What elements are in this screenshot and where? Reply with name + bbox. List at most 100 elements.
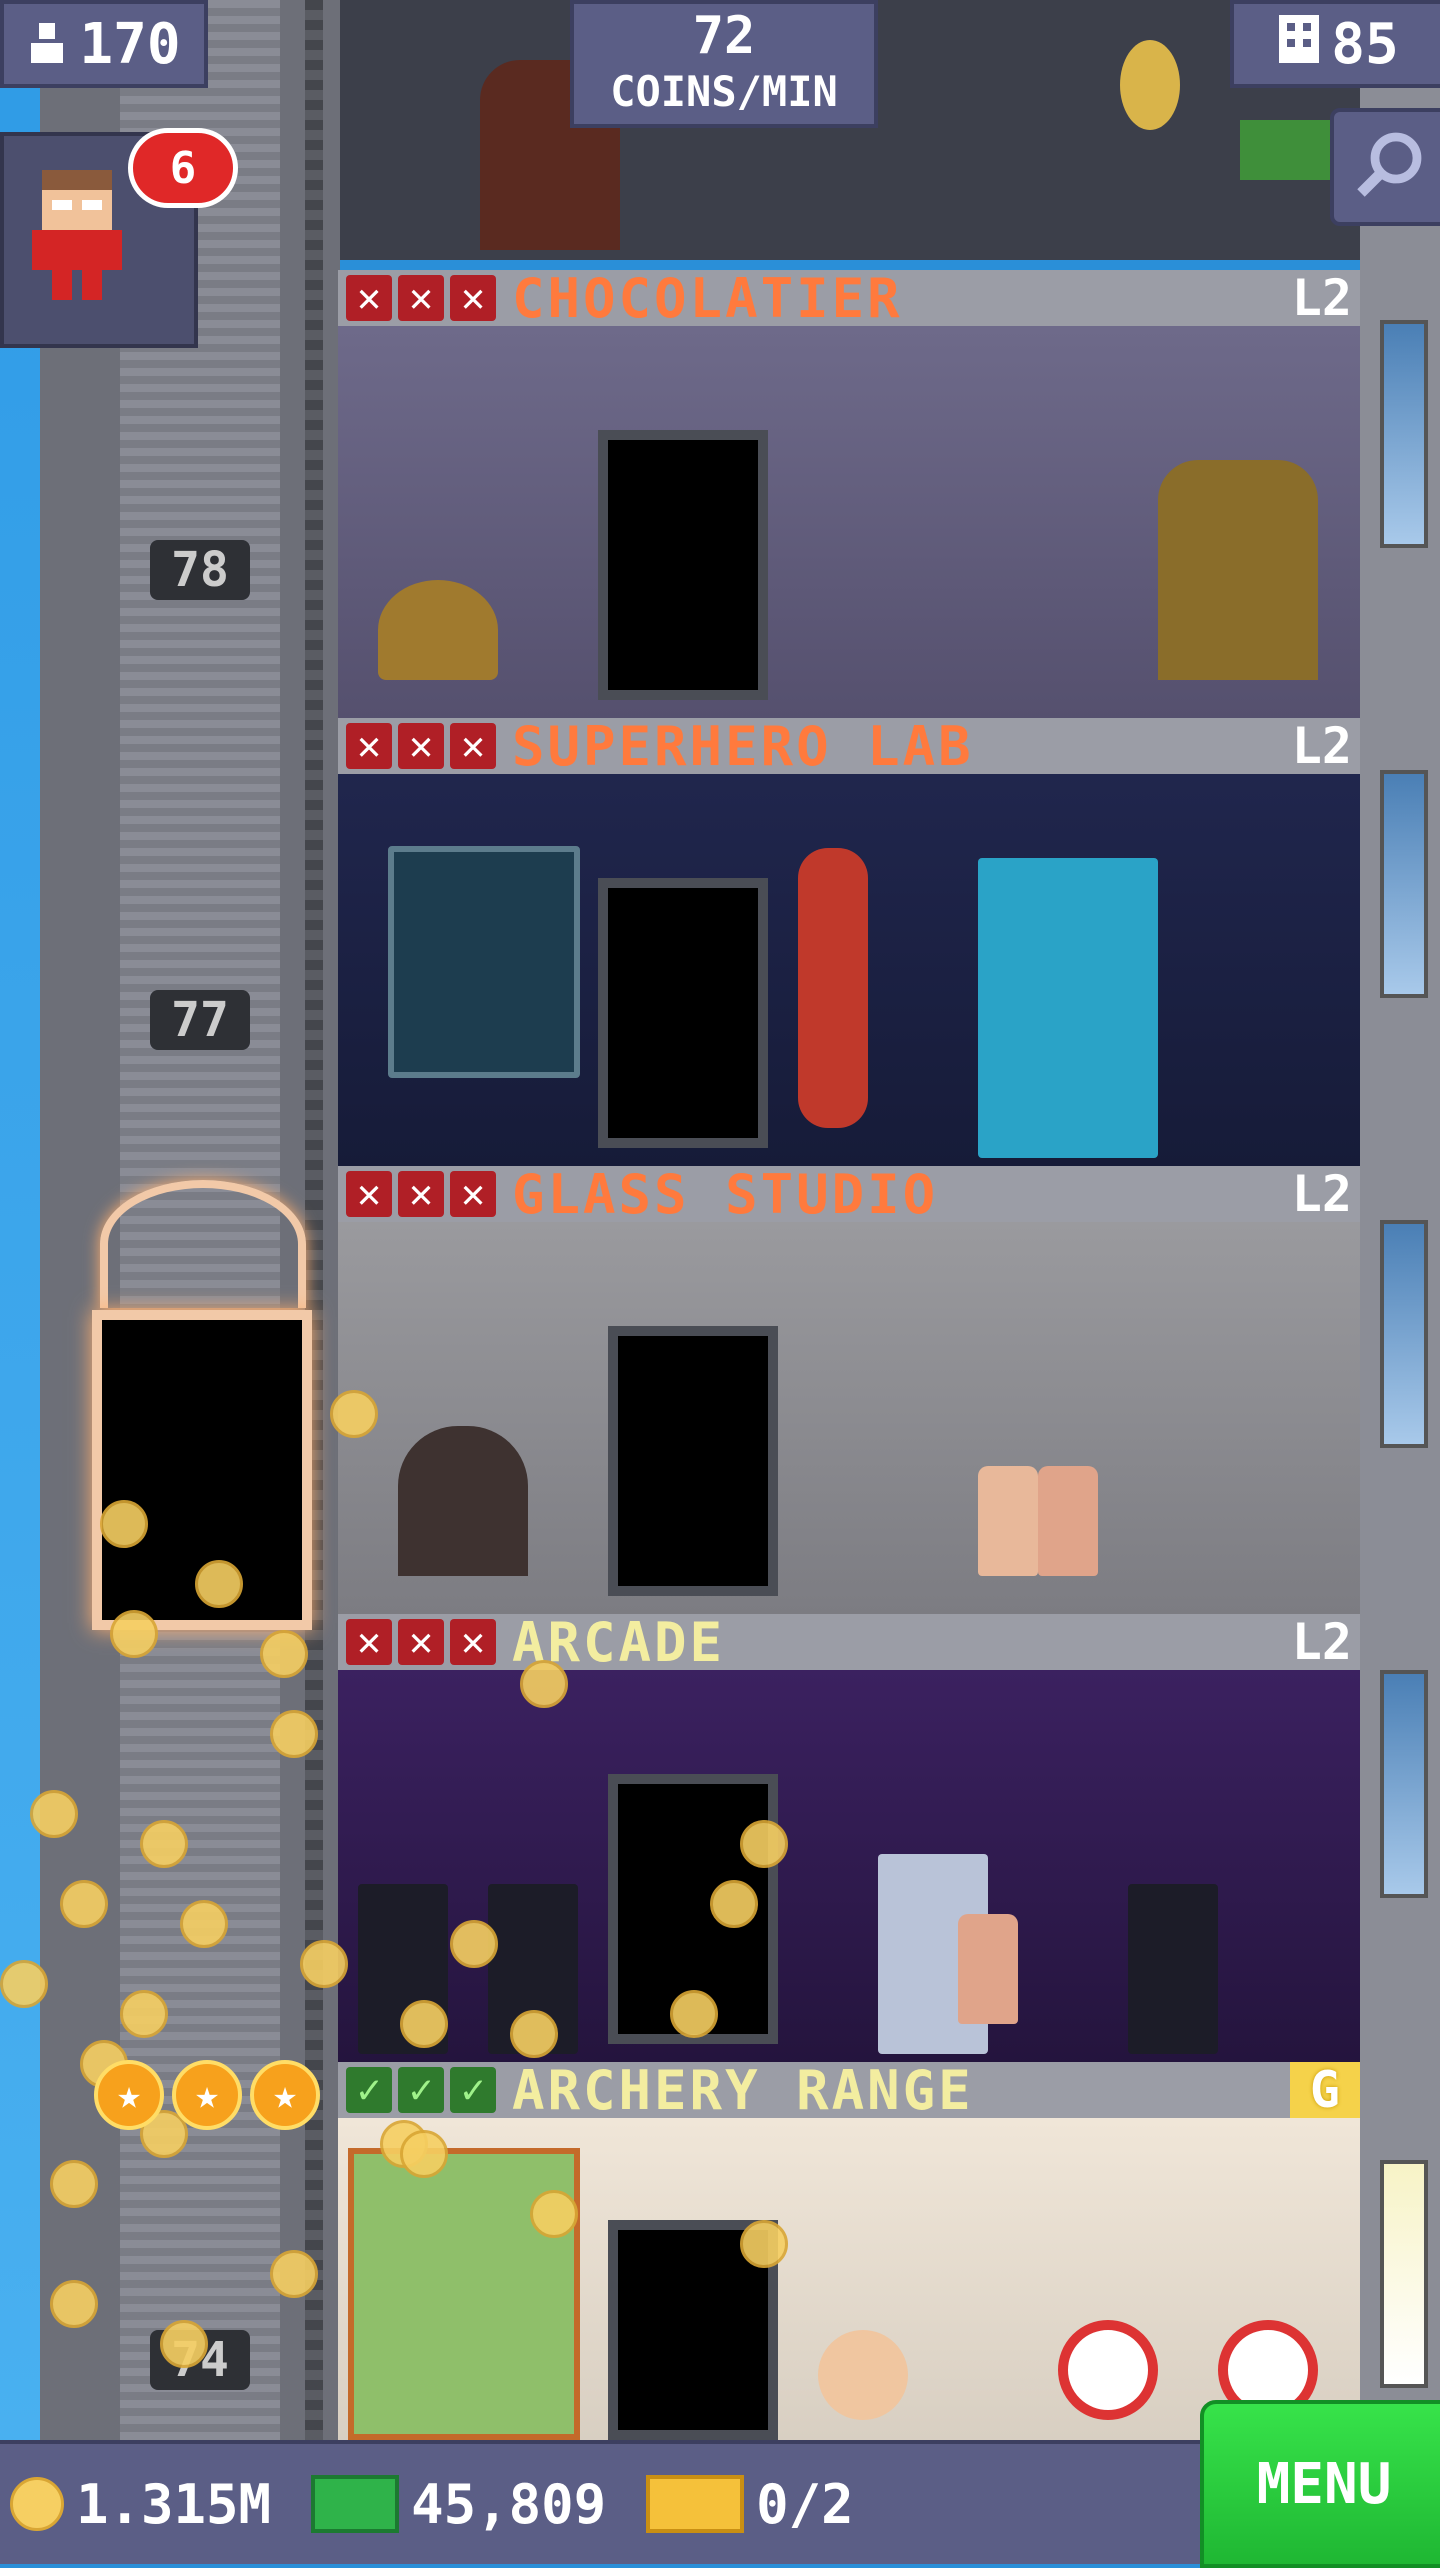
coin-icon <box>140 1820 188 1868</box>
coins-per-min-value: 72 <box>692 6 756 66</box>
menu-button[interactable]: MENU <box>1200 2400 1440 2568</box>
chocolate-vat <box>1158 460 1318 680</box>
x-mark-icon: ✕ <box>398 723 444 769</box>
floor-glass-studio[interactable]: ✕ ✕ ✕ GLASS STUDIO L2 <box>338 1163 1360 1616</box>
coin-icon <box>530 2190 578 2238</box>
floor-counter[interactable]: 85 <box>1230 0 1440 88</box>
worker-avatar <box>978 1466 1038 1576</box>
coin-icon <box>50 2160 98 2208</box>
coin-icon <box>740 2220 788 2268</box>
x-mark-icon: ✕ <box>398 275 444 321</box>
x-mark-icon: ✕ <box>450 275 496 321</box>
coin-icon <box>10 2477 64 2531</box>
floor-room[interactable] <box>338 326 1360 720</box>
coin-icon <box>270 1710 318 1758</box>
star-icon: ★ <box>250 2060 320 2130</box>
avatar <box>32 170 122 300</box>
floor-chocolatier[interactable]: ✕ ✕ ✕ CHOCOLATIER L2 <box>338 267 1360 720</box>
coin-icon <box>260 1630 308 1678</box>
arcade-cabinet <box>1128 1884 1218 2054</box>
search-button[interactable] <box>1330 108 1440 226</box>
coin-icon <box>330 1390 378 1438</box>
coin-icon <box>270 2250 318 2298</box>
x-mark-icon: ✕ <box>398 1619 444 1665</box>
worker-avatar <box>1038 1466 1098 1576</box>
floor-level-gold: G <box>1289 2061 1360 2119</box>
check-mark-icon: ✓ <box>450 2067 496 2113</box>
floor-room[interactable] <box>338 2118 1360 2440</box>
coin-icon <box>400 2000 448 2048</box>
notification-badge: 6 <box>128 128 238 208</box>
x-mark-icon: ✕ <box>346 1171 392 1217</box>
floor-header[interactable]: ✕ ✕ ✕ CHOCOLATIER L2 <box>338 267 1360 330</box>
floor-room[interactable] <box>338 774 1360 1168</box>
x-mark-icon: ✕ <box>346 275 392 321</box>
coin-icon <box>195 1560 243 1608</box>
floor-name: GLASS STUDIO <box>512 1162 939 1226</box>
x-mark-icon: ✕ <box>346 723 392 769</box>
population-value: 170 <box>79 11 181 77</box>
floor-room[interactable] <box>338 1670 1360 2064</box>
floor-header[interactable]: ✕ ✕ ✕ GLASS STUDIO L2 <box>338 1163 1360 1226</box>
room-door <box>598 878 768 1148</box>
tower-window <box>1380 2160 1428 2388</box>
coin-icon <box>520 1660 568 1708</box>
glass-furnace <box>398 1426 528 1576</box>
floor-header[interactable]: ✕ ✕ ✕ ARCADE L2 <box>338 1611 1360 1674</box>
floor-level: L2 <box>1291 269 1352 327</box>
bux-balance[interactable]: 45,809 <box>311 2473 606 2536</box>
worker-avatar <box>958 1914 1018 2024</box>
floor-level: L2 <box>1291 717 1352 775</box>
x-mark-icon: ✕ <box>450 1619 496 1665</box>
floor-arcade[interactable]: ✕ ✕ ✕ ARCADE L2 <box>338 1611 1360 2064</box>
dna-capsule <box>798 848 868 1128</box>
tower-window <box>1380 770 1428 998</box>
floor-name: SUPERHERO LAB <box>512 714 974 778</box>
worker-avatar <box>818 2330 908 2420</box>
elevator-floor-number: 78 <box>150 540 250 600</box>
floor-header[interactable]: ✕ ✕ ✕ SUPERHERO LAB L2 <box>338 715 1360 778</box>
coins-per-min-display: 72 COINS/MIN <box>570 0 878 128</box>
floor-archery-range[interactable]: ✓ ✓ ✓ ARCHERY RANGE G <box>338 2059 1360 2440</box>
room-door <box>598 430 768 700</box>
star-icon: ★ <box>172 2060 242 2130</box>
archery-target <box>1058 2320 1158 2420</box>
floor-room[interactable] <box>338 1222 1360 1616</box>
floor-name: ARCHERY RANGE <box>512 2058 974 2122</box>
tower-window <box>1380 1670 1428 1898</box>
population-counter[interactable]: 170 <box>0 0 208 88</box>
floor-header[interactable]: ✓ ✓ ✓ ARCHERY RANGE G <box>338 2059 1360 2122</box>
star-rating: ★ ★ ★ <box>94 2060 320 2130</box>
coin-icon <box>300 1940 348 1988</box>
hologram-portal <box>978 858 1158 1158</box>
coin-icon <box>60 1880 108 1928</box>
coin-icon <box>400 2130 448 2178</box>
x-mark-icon: ✕ <box>450 723 496 769</box>
coin-icon <box>50 2280 98 2328</box>
coin-icon <box>450 1920 498 1968</box>
person-icon <box>27 12 67 77</box>
coins-balance[interactable]: 1.315M <box>10 2473 271 2536</box>
elevator-crown-decoration <box>100 1180 306 1308</box>
floor-level: L2 <box>1291 1165 1352 1223</box>
chocolate-pot <box>378 580 498 680</box>
coin-icon <box>120 1990 168 2038</box>
floor-superhero-lab[interactable]: ✕ ✕ ✕ SUPERHERO LAB L2 <box>338 715 1360 1168</box>
bux-icon <box>311 2475 400 2533</box>
floor-level: L2 <box>1291 1613 1352 1671</box>
elevator-floor-number: 77 <box>150 990 250 1050</box>
tower-window <box>1380 320 1428 548</box>
room-door <box>608 1326 778 1596</box>
building-icon <box>1279 12 1320 77</box>
x-mark-icon: ✕ <box>398 1171 444 1217</box>
coins-value: 1.315M <box>76 2472 272 2536</box>
coin-icon <box>710 1880 758 1928</box>
ticket-icon <box>646 2475 745 2533</box>
coin-icon <box>100 1500 148 1548</box>
coin-icon <box>110 1610 158 1658</box>
coin-icon <box>30 1790 78 1838</box>
coin-icon <box>0 1960 48 2008</box>
x-mark-icon: ✕ <box>346 1619 392 1665</box>
tickets-balance[interactable]: 0/2 <box>646 2473 854 2536</box>
tickets-value: 0/2 <box>756 2472 854 2536</box>
